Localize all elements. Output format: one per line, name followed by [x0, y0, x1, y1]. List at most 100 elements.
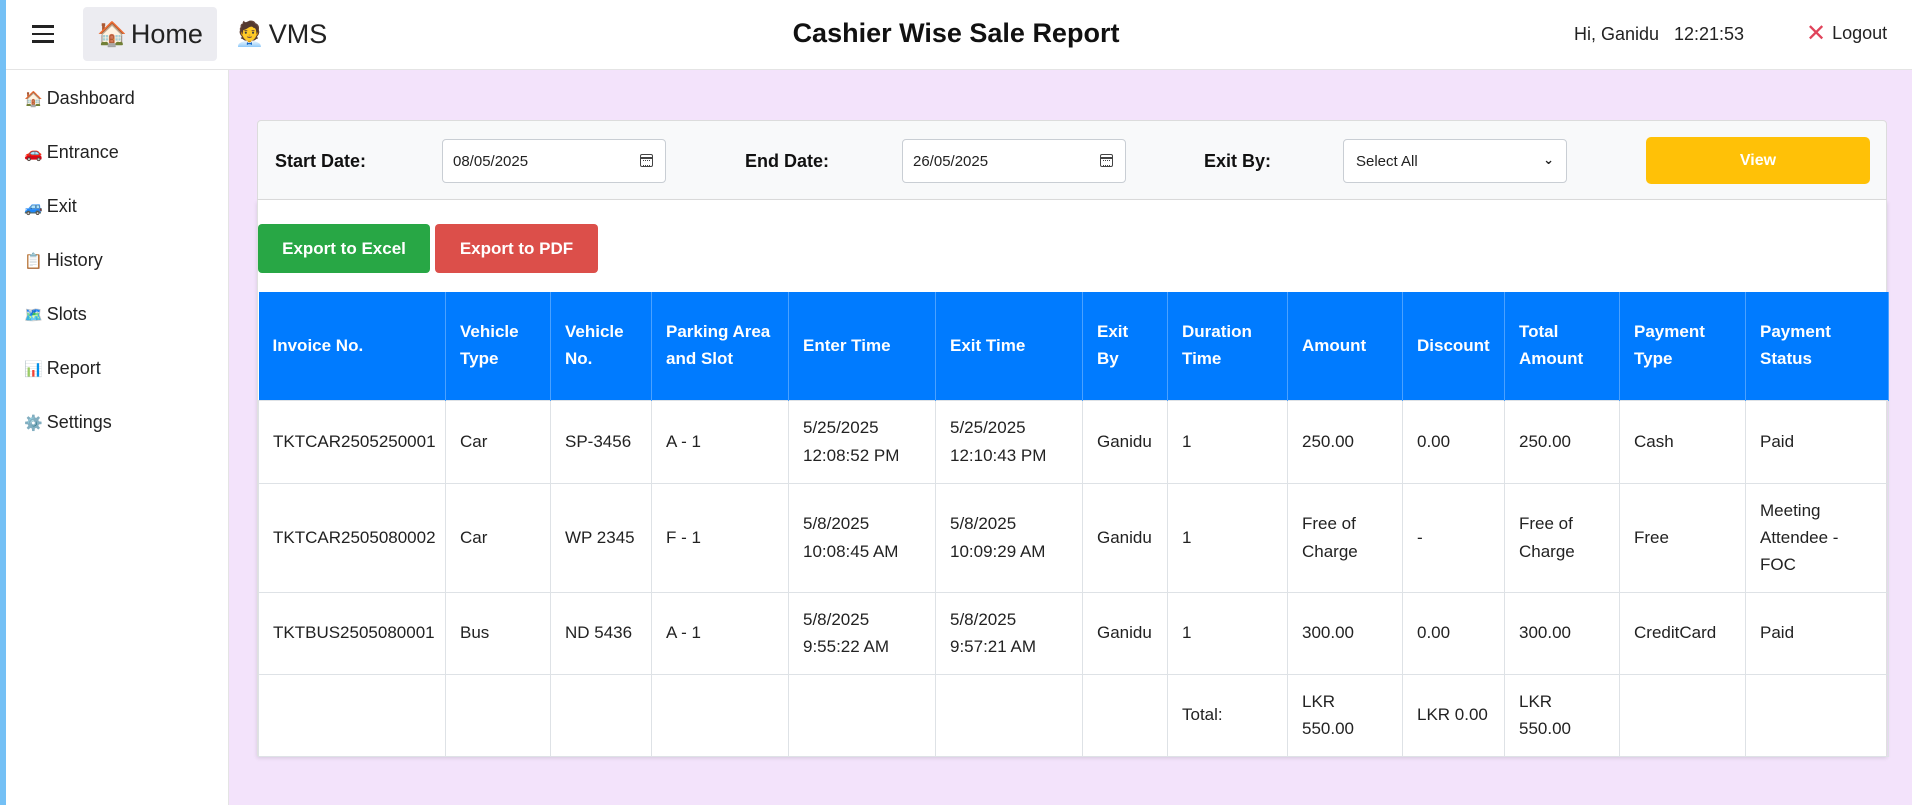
table-cell: A - 1	[651, 591, 789, 675]
sidebar-item-dashboard[interactable]: 🏠 Dashboard	[24, 88, 135, 109]
table-cell: Car	[445, 399, 551, 484]
end-date-input[interactable]: 26/05/2025	[902, 139, 1126, 183]
table-cell: 5/25/2025 12:10:43 PM	[935, 399, 1083, 484]
column-header: Exit Time	[935, 292, 1083, 400]
end-date-value: 26/05/2025	[913, 153, 989, 170]
table-cell: 5/8/2025 10:09:29 AM	[935, 482, 1083, 593]
sidebar-item-entrance[interactable]: 🚗 Entrance	[24, 142, 119, 163]
total-label: Total:	[1167, 673, 1288, 757]
table-cell	[935, 673, 1083, 757]
logout-label: Logout	[1832, 23, 1888, 43]
table-cell: Paid	[1745, 399, 1889, 484]
sidebar-item-slots[interactable]: 🗺️ Slots	[24, 304, 87, 325]
person-icon: 🧑‍💼	[234, 20, 265, 48]
end-date-label: End Date:	[745, 151, 830, 171]
table-cell: 300.00	[1504, 591, 1620, 675]
house-icon: 🏠	[24, 90, 43, 108]
sidebar-item-settings[interactable]: ⚙️ Settings	[24, 412, 112, 433]
home-label: Home	[130, 18, 203, 49]
table-cell: -	[1402, 482, 1505, 593]
table-header-row: Invoice No. Vehicle Type Vehicle No. Par…	[258, 292, 1889, 400]
column-header: Enter Time	[788, 292, 936, 400]
gear-icon: ⚙️	[24, 414, 43, 432]
start-date-input[interactable]: 08/05/2025	[442, 139, 666, 183]
table-cell: 5/8/2025 10:08:45 AM	[788, 482, 936, 593]
column-header: Vehicle Type	[445, 292, 551, 400]
page-title: Cashier Wise Sale Report	[792, 18, 1120, 48]
table-row: TKTBUS2505080001 Bus ND 5436 A - 1 5/8/2…	[258, 591, 1889, 675]
sidebar-item-history[interactable]: 📋 History	[24, 250, 103, 271]
table-cell	[550, 673, 652, 757]
table-row: TKTCAR2505080002 Car WP 2345 F - 1 5/8/2…	[258, 482, 1889, 593]
column-header: Amount	[1287, 292, 1403, 400]
table-cell	[651, 673, 789, 757]
column-header: Total Amount	[1504, 292, 1620, 400]
suv-icon: 🚙	[24, 198, 43, 216]
table-cell: 1	[1167, 482, 1288, 593]
clipboard-icon: 📋	[24, 252, 43, 270]
exit-by-select[interactable]: Select All ⌄	[1343, 139, 1567, 183]
column-header: Parking Area and Slot	[651, 292, 789, 400]
close-icon: ✕	[1806, 20, 1827, 47]
report-panel: Export to Excel Export to PDF Invoice No…	[257, 200, 1889, 757]
start-date-label: Start Date:	[275, 151, 367, 171]
table-cell: Ganidu	[1082, 399, 1168, 484]
export-pdf-button[interactable]: Export to PDF	[435, 224, 598, 273]
sidebar-item-report[interactable]: 📊 Report	[24, 358, 101, 379]
total-row: Total: LKR 550.00 LKR 0.00 LKR 550.00	[258, 673, 1889, 757]
table-cell: 0.00	[1402, 591, 1505, 675]
column-header: Discount	[1402, 292, 1505, 400]
column-header: Payment Status	[1745, 292, 1889, 400]
logout-button[interactable]: ✕ Logout	[1806, 19, 1887, 48]
table-cell: 1	[1167, 591, 1288, 675]
table-cell: TKTCAR2505250001	[258, 399, 446, 484]
table-row: TKTCAR2505250001 Car SP-3456 A - 1 5/25/…	[258, 399, 1889, 484]
calendar-icon[interactable]	[1100, 154, 1113, 167]
filter-bar: Start Date: 08/05/2025 End Date: 26/05/2…	[257, 120, 1887, 200]
table-cell: Paid	[1745, 591, 1889, 675]
table-cell: SP-3456	[550, 399, 652, 484]
table-cell: TKTBUS2505080001	[258, 591, 446, 675]
sidebar-item-label: History	[46, 250, 103, 270]
calendar-icon[interactable]	[640, 154, 653, 167]
total-total-amount: LKR 550.00	[1504, 673, 1620, 757]
map-icon: 🗺️	[24, 306, 43, 324]
total-discount: LKR 0.00	[1402, 673, 1505, 757]
table-cell: Bus	[445, 591, 551, 675]
table-cell	[258, 673, 446, 757]
table-cell: TKTCAR2505080002	[258, 482, 446, 593]
vms-button[interactable]: 🧑‍💼 VMS	[226, 7, 336, 61]
export-excel-button[interactable]: Export to Excel	[258, 224, 430, 273]
view-button[interactable]: View	[1646, 137, 1870, 184]
table-cell: Ganidu	[1082, 482, 1168, 593]
sidebar-item-label: Dashboard	[46, 88, 135, 108]
table-cell: Free	[1619, 482, 1746, 593]
table-cell: 300.00	[1287, 591, 1403, 675]
column-header: Payment Type	[1619, 292, 1746, 400]
table-cell: 250.00	[1287, 399, 1403, 484]
sidebar: 🏠 Dashboard 🚗 Entrance 🚙 Exit 📋 History …	[6, 70, 229, 805]
total-amount: LKR 550.00	[1287, 673, 1403, 757]
sidebar-item-exit[interactable]: 🚙 Exit	[24, 196, 77, 217]
chevron-down-icon: ⌄	[1543, 152, 1554, 167]
table-cell	[1619, 673, 1746, 757]
car-icon: 🚗	[24, 144, 43, 162]
start-date-value: 08/05/2025	[453, 153, 529, 170]
table-cell: 5/8/2025 9:57:21 AM	[935, 591, 1083, 675]
table-cell: Meeting Attendee - FOC	[1745, 482, 1889, 593]
table-cell	[445, 673, 551, 757]
table-cell: 0.00	[1402, 399, 1505, 484]
clock: 12:21:53	[1674, 24, 1745, 44]
table-cell: WP 2345	[550, 482, 652, 593]
column-header: Duration Time	[1167, 292, 1288, 400]
column-header: Invoice No.	[258, 292, 446, 400]
menu-toggle-icon[interactable]	[32, 20, 60, 50]
column-header: Exit By	[1082, 292, 1168, 400]
sidebar-item-label: Settings	[46, 412, 112, 432]
home-button[interactable]: 🏠 Home	[83, 7, 217, 61]
table-cell: Car	[445, 482, 551, 593]
sidebar-item-label: Entrance	[46, 142, 119, 162]
table-cell: Free of Charge	[1504, 482, 1620, 593]
table-cell	[788, 673, 936, 757]
sidebar-item-label: Exit	[46, 196, 77, 216]
